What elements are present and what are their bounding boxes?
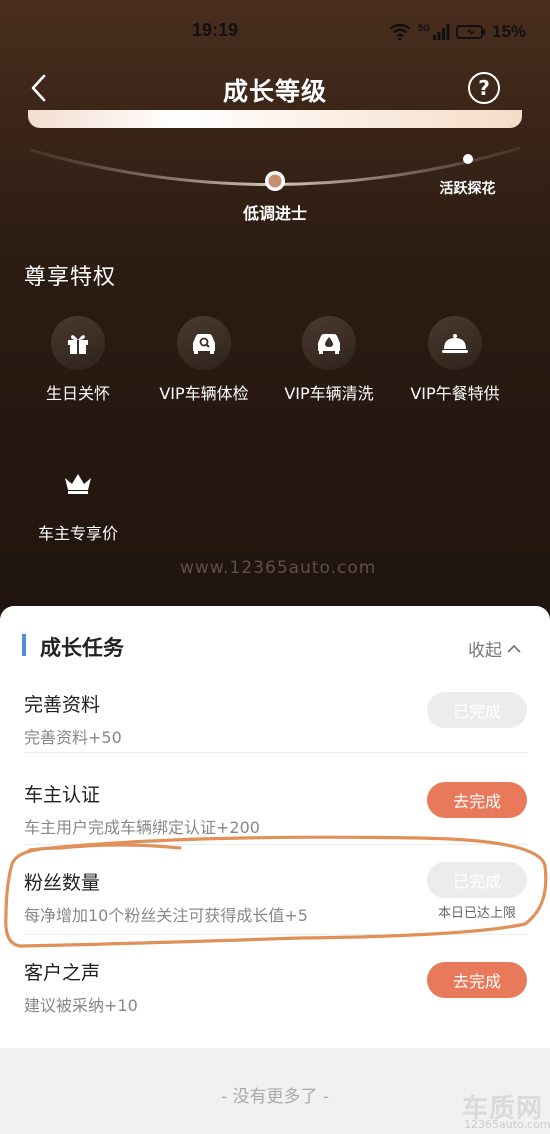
logo-sub-text: 12365auto.com (464, 1118, 550, 1131)
tasks-title: 成长任务 (40, 636, 124, 660)
title-accent-bar (22, 634, 26, 656)
task-done-button: 已完成 (427, 692, 527, 728)
task-item: 完善资料 完善资料+50 已完成 (24, 690, 528, 780)
perk-label: 车主专享价 (37, 524, 118, 543)
food-cloche-icon (428, 316, 482, 370)
perk-owner-price[interactable]: 车主专享价 (13, 456, 143, 544)
divider (24, 752, 528, 753)
battery-icon (456, 25, 486, 39)
level-card-edge (28, 110, 522, 128)
task-go-button[interactable]: 去完成 (427, 962, 527, 998)
divider (24, 934, 528, 935)
task-name: 粉丝数量 (24, 872, 101, 894)
status-bar: 19:19 5G 15% (0, 0, 550, 60)
car-wash-icon (302, 316, 356, 370)
gift-icon (51, 316, 105, 370)
crown-icon (51, 456, 105, 510)
next-level-dot (463, 154, 473, 164)
battery-percent: 15% (492, 22, 527, 41)
perk-birthday[interactable]: 生日关怀 (13, 316, 143, 404)
task-desc: 完善资料+50 (24, 728, 122, 747)
site-logo: 车质网 12365auto.com (458, 1088, 550, 1134)
network-type: 5G (418, 23, 431, 33)
help-button[interactable]: ? (468, 72, 500, 104)
perk-vip-inspection[interactable]: VIP车辆体检 (139, 316, 269, 404)
perk-label: VIP车辆清洗 (284, 384, 374, 403)
task-name: 客户之声 (24, 962, 101, 984)
divider (24, 844, 528, 845)
current-level-label: 低调进士 (242, 204, 307, 223)
perk-label: VIP车辆体检 (159, 384, 249, 403)
status-icons: 5G 15% (388, 22, 526, 42)
task-name: 车主认证 (24, 784, 101, 806)
task-desc: 车主用户完成车辆绑定认证+200 (24, 818, 260, 837)
watermark-text: www.12365auto.com (180, 558, 377, 578)
perk-vip-lunch[interactable]: VIP午餐特供 (390, 316, 520, 404)
task-item: 客户之声 建议被采纳+10 去完成 (24, 958, 528, 1048)
collapse-label: 收起 (468, 641, 502, 661)
task-go-button[interactable]: 去完成 (427, 782, 527, 818)
nav-bar: 成长等级 ? (0, 62, 550, 114)
task-desc: 建议被采纳+10 (24, 996, 138, 1015)
task-item: 粉丝数量 每净增加10个粉丝关注可获得成长值+5 已完成 本日已达上限 (24, 862, 528, 958)
task-done-button: 已完成 (427, 862, 527, 898)
next-level-label: 活跃探花 (439, 181, 496, 197)
task-name: 完善资料 (24, 694, 101, 716)
perk-label: VIP午餐特供 (410, 384, 500, 403)
chevron-up-icon (507, 644, 521, 653)
task-desc: 每净增加10个粉丝关注可获得成长值+5 (24, 906, 308, 925)
perks-title: 尊享特权 (24, 265, 117, 290)
task-item: 车主认证 车主用户完成车辆绑定认证+200 去完成 (24, 780, 528, 870)
task-limit-note: 本日已达上限 (437, 906, 516, 921)
collapse-button[interactable]: 收起 (468, 636, 522, 661)
wifi-icon (389, 23, 411, 41)
growth-tasks-panel: 成长任务 收起 完善资料 完善资料+50 已完成 车主认证 车主用户完成车辆绑定… (0, 606, 550, 1134)
list-footer: - 没有更多了 - 车质网 12365auto.com (0, 1048, 550, 1134)
perk-label: 生日关怀 (45, 384, 110, 403)
car-inspection-icon (177, 316, 231, 370)
status-time: 19:19 (192, 20, 239, 40)
question-mark-icon: ? (478, 76, 490, 100)
signal-icon (433, 24, 450, 40)
perk-vip-wash[interactable]: VIP车辆清洗 (264, 316, 394, 404)
